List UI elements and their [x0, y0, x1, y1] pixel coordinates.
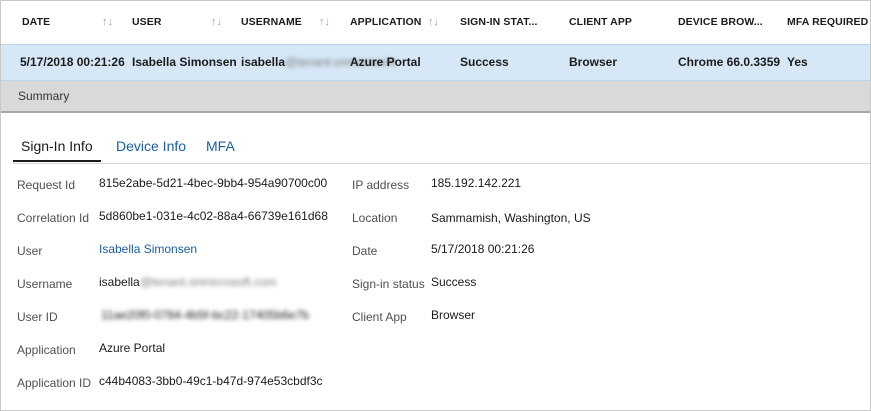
- value-request-id: 815e2abe-5d21-4bec-9bb4-954a90700c00: [99, 176, 328, 190]
- value-user-id-redacted: 11ae20f0-0784-4b5f-bc22-17405b6e7b: [101, 308, 309, 322]
- label-application: Application: [17, 343, 76, 357]
- label-sign-in-status: Sign-in status: [352, 277, 425, 291]
- value-client-app: Browser: [431, 308, 476, 322]
- column-header-sign-in-status[interactable]: SIGN-IN STAT...: [460, 1, 538, 44]
- grid-header: DATE ↑↓ USER ↑↓ USERNAME ↑↓ APPLICATION …: [1, 1, 870, 45]
- label-request-id: Request Id: [17, 178, 76, 192]
- label-user: User: [17, 244, 43, 258]
- summary-bar[interactable]: Summary: [1, 81, 870, 113]
- label-client-app: Client App: [352, 310, 407, 324]
- label-date: Date: [352, 244, 378, 258]
- column-header-user[interactable]: USER: [132, 1, 162, 44]
- column-header-username[interactable]: USERNAME: [241, 1, 302, 44]
- table-row[interactable]: 5/17/2018 00:21:26 Isabella Simonsen isa…: [1, 44, 870, 81]
- label-correlation-id: Correlation Id: [17, 211, 90, 225]
- username-redacted: @tenant.onmicrosoft.com: [139, 275, 277, 289]
- column-header-mfa-required[interactable]: MFA REQUIRED: [787, 1, 868, 44]
- sign-in-details-panel: DATE ↑↓ USER ↑↓ USERNAME ↑↓ APPLICATION …: [0, 0, 871, 411]
- value-user-link[interactable]: Isabella Simonsen: [99, 242, 197, 256]
- sort-arrows-icon[interactable]: ↑↓: [428, 15, 440, 29]
- value-application-id: c44b4083-3bb0-49c1-b47d-974e53cbdf3c: [99, 374, 323, 388]
- sort-arrows-icon[interactable]: ↑↓: [319, 15, 331, 29]
- tab-divider: [13, 163, 870, 164]
- tab-sign-in-info[interactable]: Sign-In Info: [13, 129, 101, 162]
- label-ip-address: IP address: [352, 178, 410, 192]
- value-username: isabella@tenant.onmicrosoft.com: [99, 275, 277, 289]
- column-header-client-app[interactable]: CLIENT APP: [569, 1, 632, 44]
- summary-label: Summary: [18, 89, 70, 103]
- label-username: Username: [17, 277, 73, 291]
- column-header-application[interactable]: APPLICATION: [350, 1, 422, 44]
- value-sign-in-status: Success: [431, 275, 477, 289]
- tab-mfa[interactable]: MFA: [198, 129, 243, 160]
- value-date: 5/17/2018 00:21:26: [431, 242, 535, 256]
- label-location: Location: [352, 211, 398, 225]
- tab-device-info[interactable]: Device Info: [108, 129, 194, 160]
- cell-date: 5/17/2018 00:21:26: [20, 55, 125, 69]
- value-ip-address: 185.192.142.221: [431, 176, 522, 190]
- column-header-device-browser[interactable]: DEVICE BROW...: [678, 1, 763, 44]
- value-application: Azure Portal: [99, 341, 166, 355]
- cell-client-app: Browser: [569, 55, 618, 69]
- cell-mfa-required: Yes: [787, 55, 808, 69]
- label-application-id: Application ID: [17, 376, 92, 390]
- cell-sign-in-status: Success: [460, 55, 509, 69]
- cell-user: Isabella Simonsen: [132, 55, 237, 69]
- username-visible: isabella: [241, 55, 286, 69]
- column-header-date[interactable]: DATE: [22, 1, 50, 44]
- label-user-id: User ID: [17, 310, 58, 324]
- sort-arrows-icon[interactable]: ↑↓: [102, 15, 114, 29]
- value-correlation-id: 5d860be1-031e-4c02-88a4-66739e161d68: [99, 209, 328, 223]
- username-visible: isabella: [99, 275, 140, 289]
- value-location: Sammamish, Washington, US: [431, 211, 591, 225]
- cell-device-browser: Chrome 66.0.3359: [678, 55, 781, 69]
- cell-application: Azure Portal: [350, 55, 421, 69]
- sort-arrows-icon[interactable]: ↑↓: [211, 15, 223, 29]
